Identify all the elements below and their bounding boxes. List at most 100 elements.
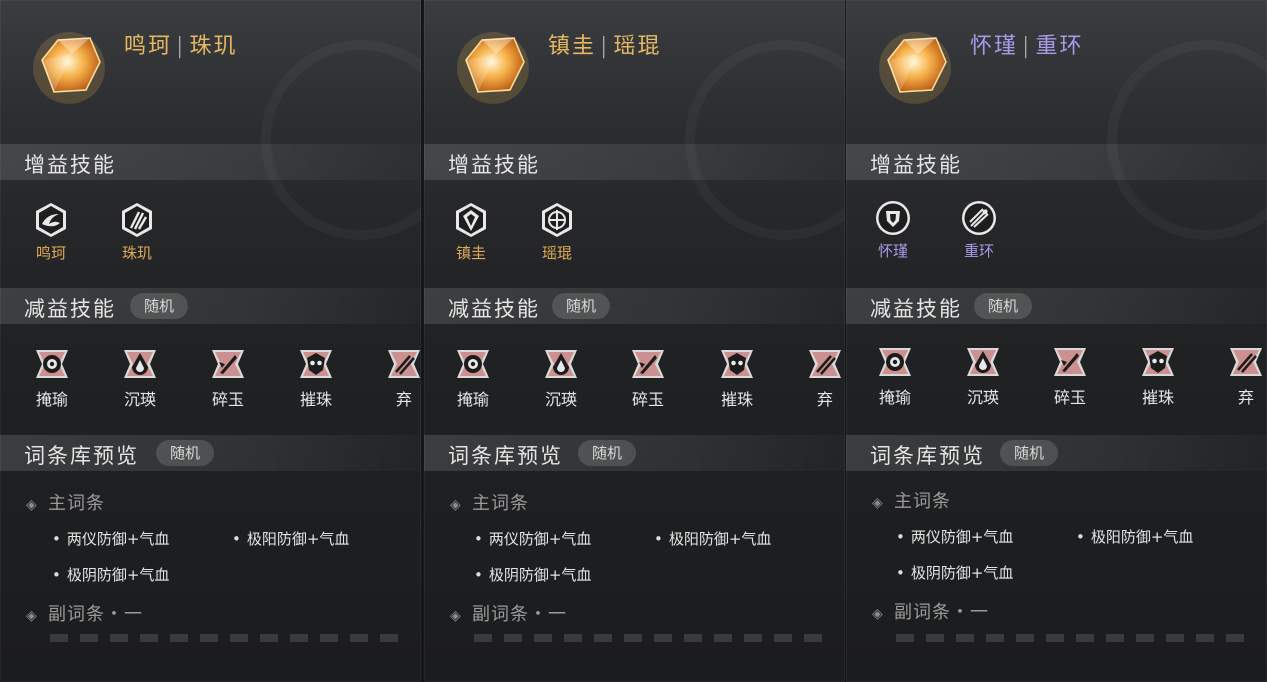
title-name-2: 重环 (1035, 34, 1084, 59)
title-name-1: 怀瑾 (970, 34, 1019, 59)
affix-library-header: 词条库预览 随机 (424, 435, 845, 471)
eye-icon (455, 346, 491, 382)
debuff-section-header: 减益技能 随机 (846, 288, 1267, 324)
title-name-1: 鸣珂 (124, 34, 173, 59)
buff-section-header: 增益技能 (424, 144, 845, 180)
random-tag: 随机 (552, 293, 611, 319)
debuff-skill-label: 摧珠 (299, 390, 332, 409)
title-name-1: 镇圭 (548, 34, 597, 59)
debuff-skill-3[interactable]: 碎玉 (203, 346, 253, 410)
affix-library-title: 词条库预览 (24, 444, 139, 468)
gem-card-3: 怀瑾 | 重环 增益技能 怀瑾 重环 减益技能 随机 掩瑜 沉瑛 碎玉 摧珠 弃 词条… (846, 0, 1267, 682)
debuff-section-title: 减益技能 (870, 297, 962, 321)
debuff-skill-4[interactable]: 摧珠 (291, 346, 341, 410)
debuff-skill-3[interactable]: 碎玉 (1045, 344, 1095, 408)
gem-title: 镇圭 | 瑶琨 (548, 28, 661, 60)
debuff-skill-label: 沉瑛 (544, 390, 577, 409)
debuff-skill-label: 沉瑛 (966, 388, 999, 407)
shatter-icon (630, 346, 666, 382)
eye-icon (34, 346, 70, 382)
diamond-icon: ◈ (872, 606, 884, 622)
diamond-icon: ◈ (26, 497, 38, 513)
debuff-skill-4[interactable]: 摧珠 (1133, 344, 1183, 408)
debuff-skill-2[interactable]: 沉瑛 (958, 344, 1008, 408)
debuff-skill-label: 沉瑛 (123, 390, 156, 409)
buff-skill-label: 重环 (963, 242, 994, 260)
affix-library-title: 词条库预览 (870, 444, 985, 468)
gem-card-1: 鸣珂 | 珠玑 增益技能 鸣珂 珠玑 减益技能 随机 掩瑜 沉瑛 碎玉 摧珠 弃 词条… (0, 0, 421, 682)
diamond-icon: ◈ (872, 495, 884, 511)
title-name-2: 珠玑 (189, 34, 238, 59)
skull-icon (298, 346, 334, 382)
debuff-skill-1[interactable]: 掩瑜 (870, 344, 920, 408)
buff-skill-2[interactable]: 瑶琨 (532, 202, 582, 263)
debuff-section-header: 减益技能 随机 (424, 288, 845, 324)
main-affix-title: 主词条 (472, 493, 529, 514)
buff-skill-label: 鸣珂 (35, 244, 66, 262)
affix-entry: 极阳防御+气血 (232, 528, 350, 549)
debuff-section-header: 减益技能 随机 (0, 288, 421, 324)
title-separator: | (1022, 34, 1032, 59)
buff-skill-label: 镇圭 (455, 244, 486, 262)
arrows-icon (807, 346, 843, 382)
debuff-skill-5[interactable]: 弃 (379, 346, 421, 410)
debuff-skill-1[interactable]: 掩瑜 (448, 346, 498, 410)
debuff-skill-label: 弃 (395, 390, 412, 409)
diamond-icon: ◈ (26, 608, 38, 624)
wave-icon (33, 202, 69, 238)
buff-section-title: 增益技能 (448, 153, 540, 177)
debuff-skill-2[interactable]: 沉瑛 (115, 346, 165, 410)
buff-skill-1[interactable]: 镇圭 (446, 202, 496, 263)
debuff-skill-3[interactable]: 碎玉 (623, 346, 673, 410)
debuff-skill-4[interactable]: 摧珠 (712, 346, 762, 410)
clipped-entry-row (474, 634, 834, 642)
debuff-section-title: 减益技能 (24, 297, 116, 321)
gem-icon (874, 24, 956, 106)
gem-icon (452, 24, 534, 106)
buff-skill-label: 瑶琨 (541, 244, 572, 262)
buff-skill-1[interactable]: 怀瑾 (868, 200, 918, 261)
main-affix-header: ◈ 主词条 (872, 487, 951, 513)
debuff-skill-2[interactable]: 沉瑛 (536, 346, 586, 410)
gem-card-2: 镇圭 | 瑶琨 增益技能 镇圭 瑶琨 减益技能 随机 掩瑜 沉瑛 碎玉 摧珠 弃 词条… (424, 0, 845, 682)
gem-title: 鸣珂 | 珠玑 (124, 28, 237, 60)
sub-affix-title: 副词条・一 (48, 604, 143, 625)
debuff-skill-5[interactable]: 弃 (800, 346, 845, 410)
debuff-skill-1[interactable]: 掩瑜 (27, 346, 77, 410)
affix-library-title: 词条库预览 (448, 444, 563, 468)
arrows-icon (1228, 344, 1264, 380)
gem-title: 怀瑾 | 重环 (970, 28, 1083, 60)
clipped-entry-row (896, 634, 1256, 642)
buff-skill-label: 珠玑 (121, 244, 152, 262)
buff-skill-2[interactable]: 珠玑 (112, 202, 162, 263)
title-name-2: 瑶琨 (613, 34, 662, 59)
sub-affix-header: ◈ 副词条・一 (450, 600, 567, 626)
gem-icon (28, 24, 110, 106)
lotus-icon (539, 202, 575, 238)
debuff-skill-label: 弃 (1237, 388, 1254, 407)
title-separator: | (176, 34, 186, 59)
debuff-skill-label: 摧珠 (1141, 388, 1174, 407)
debuff-skill-5[interactable]: 弃 (1221, 344, 1267, 408)
shatter-icon (210, 346, 246, 382)
skull-icon (719, 346, 755, 382)
sub-affix-title: 副词条・一 (894, 602, 989, 623)
buff-skill-1[interactable]: 鸣珂 (26, 202, 76, 263)
debuff-section-title: 减益技能 (448, 297, 540, 321)
affix-entry: 极阳防御+气血 (654, 528, 772, 549)
sub-affix-header: ◈ 副词条・一 (26, 600, 143, 626)
affix-entry: 两仪防御+气血 (52, 528, 170, 549)
main-affix-header: ◈ 主词条 (26, 489, 105, 515)
sub-affix-title: 副词条・一 (472, 604, 567, 625)
sub-affix-header: ◈ 副词条・一 (872, 598, 989, 624)
random-tag: 随机 (974, 293, 1033, 319)
buff-skill-2[interactable]: 重环 (954, 200, 1004, 261)
affix-entry: 两仪防御+气血 (896, 526, 1014, 547)
random-tag: 随机 (130, 293, 189, 319)
affix-entry: 两仪防御+气血 (474, 528, 592, 549)
random-tag: 随机 (578, 440, 637, 466)
affix-entry: 极阴防御+气血 (896, 562, 1014, 583)
title-separator: | (600, 34, 610, 59)
affix-library-header: 词条库预览 随机 (0, 435, 421, 471)
main-affix-title: 主词条 (48, 493, 105, 514)
